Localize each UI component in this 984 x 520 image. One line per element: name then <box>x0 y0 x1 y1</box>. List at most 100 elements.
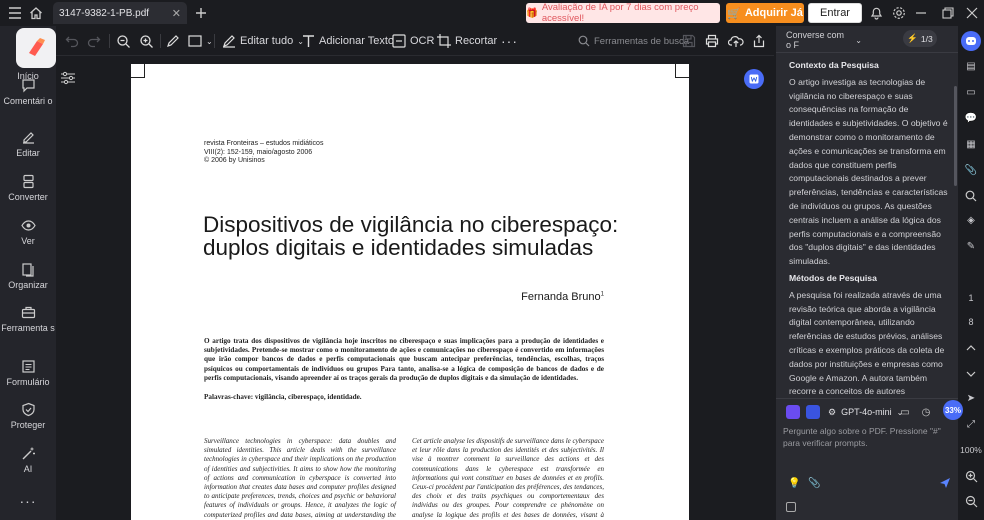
page-current[interactable]: 1 <box>961 288 981 308</box>
undo-icon[interactable] <box>65 32 79 50</box>
ocr-button[interactable]: OCR <box>392 32 434 50</box>
promo-banner[interactable]: 🎁 Avaliação de IA por 7 dias com preço a… <box>526 2 720 24</box>
bell-icon[interactable] <box>866 3 886 23</box>
comment-list-icon[interactable]: ▭ <box>961 82 981 102</box>
more-options-icon[interactable]: ··· <box>501 32 518 50</box>
new-tab-icon[interactable] <box>191 3 211 23</box>
chat-scrollbar[interactable] <box>954 86 957 186</box>
sidebar-item-protect[interactable]: Proteger <box>0 402 56 431</box>
buy-button[interactable]: 🛒 Adquirir Já <box>726 3 804 23</box>
chevron-down-icon: ⌄ <box>855 35 862 45</box>
crop-mark <box>131 64 145 78</box>
panels-icon[interactable]: ▤ <box>961 56 981 76</box>
convert-to-word-icon[interactable] <box>744 69 764 89</box>
share-icon[interactable] <box>752 32 766 50</box>
tool-a-icon[interactable] <box>786 405 800 419</box>
chat-messages[interactable]: Contexto da Pesquisa O artigo investiga … <box>789 58 951 396</box>
ai-assistant-icon[interactable] <box>961 31 981 51</box>
home-icon[interactable] <box>26 3 46 23</box>
search-tools-label: Ferramentas de busca <box>594 35 690 47</box>
chat-icon[interactable]: 💬 <box>961 108 981 128</box>
menu-icon[interactable] <box>5 3 25 23</box>
sidebar-item-form[interactable]: Formulário <box>0 359 56 388</box>
redo-icon[interactable] <box>87 32 101 50</box>
search-icon <box>578 35 590 47</box>
model-selector[interactable]: ⚙ GPT-4o-mini ⌄ <box>828 404 903 420</box>
chat-history-icon[interactable]: ▭ <box>898 405 912 419</box>
crop-button[interactable]: Recortar <box>437 32 497 50</box>
login-button[interactable]: Entrar <box>808 3 862 23</box>
chat-mode-label: Converse com o F <box>786 30 845 50</box>
credit-counter[interactable]: ⚡ 1/3 <box>903 30 937 47</box>
edit-all-button[interactable]: Editar tudo ⌄ <box>222 32 304 50</box>
page-down-icon[interactable] <box>961 364 981 384</box>
layers-icon[interactable]: ◈ <box>961 210 981 230</box>
document-tab[interactable]: 3147-9382-1-PB.pdf ✕ <box>53 2 187 24</box>
right-rail: ▤ ▭ 💬 ▦ 📎 ◈ ✎ 1 8 ➤ ⤢ 100% <box>958 26 984 520</box>
tool-b-icon[interactable] <box>806 405 820 419</box>
french-abstract: Cet article analyse les dispositifs de s… <box>412 437 604 520</box>
rail-zoom-out-icon[interactable] <box>961 491 981 511</box>
search-tools-field[interactable]: Ferramentas de busca <box>578 32 689 50</box>
close-window-icon[interactable] <box>962 3 982 23</box>
sidebar-item-label: Proteger <box>10 420 46 430</box>
journal-name: revista Fronteiras – estudos midiáticos <box>204 140 324 147</box>
model-name: GPT-4o-mini <box>841 407 892 417</box>
search-panel-icon[interactable] <box>961 186 981 206</box>
close-tab-icon[interactable]: ✕ <box>172 7 181 20</box>
zoom-in-icon[interactable] <box>139 32 154 50</box>
sidebar-item-organize[interactable]: Organizar <box>0 262 56 291</box>
chevron-down-icon: ⌄ <box>206 36 213 46</box>
rail-zoom-in-icon[interactable] <box>961 466 981 486</box>
prompt-lightbulb-icon[interactable]: 💡 <box>788 478 800 489</box>
more-icon[interactable]: ··· <box>0 494 56 508</box>
crop-label: Recortar <box>455 35 498 47</box>
sidebar-item-label: Ferramenta s <box>1 323 55 333</box>
page-settings-icon[interactable] <box>60 71 78 89</box>
text-tool-icon <box>303 35 314 47</box>
thumbnail-icon[interactable]: ▦ <box>961 134 981 154</box>
add-text-button[interactable]: Adicionar Texto <box>302 32 394 50</box>
sidebar-item-view[interactable]: Ver <box>0 218 56 247</box>
chat-mode-dropdown[interactable]: Converse com o F ⌄ <box>782 30 862 50</box>
signature-icon[interactable]: ✎ <box>961 236 981 256</box>
sidebar-item-ai[interactable]: AI <box>0 446 56 475</box>
sidebar-item-edit[interactable]: Editar <box>0 130 56 159</box>
sidebar-item-comment[interactable]: Comentári o <box>0 78 56 107</box>
ai-wand-icon <box>22 447 35 460</box>
sidebar-item-label: Editar <box>16 148 40 158</box>
progress-badge[interactable]: 33% <box>943 400 963 420</box>
home-logo-icon <box>16 28 56 68</box>
settings-gear-icon[interactable] <box>889 3 909 23</box>
chat-input[interactable]: Pergunte algo sobre o PDF. Pressione "#"… <box>783 426 953 470</box>
sidebar-item-label: AI <box>23 464 33 474</box>
abstract-text: O artigo trata dos dispositivos de vigil… <box>204 337 604 382</box>
cloud-upload-icon[interactable] <box>728 32 744 50</box>
eye-icon <box>20 220 36 231</box>
zoom-out-icon[interactable] <box>116 32 131 50</box>
edit-icon <box>22 132 34 144</box>
footer-doc-icon[interactable] <box>786 502 796 512</box>
toolbar-divider <box>160 34 161 48</box>
attachment-icon[interactable]: 📎 <box>961 160 981 180</box>
print-icon[interactable] <box>705 32 719 50</box>
minimize-icon[interactable] <box>911 3 931 23</box>
page-up-icon[interactable] <box>961 338 981 358</box>
restore-icon[interactable] <box>938 3 958 23</box>
highlight-pen-icon[interactable] <box>166 32 180 50</box>
sidebar-item-tools[interactable]: Ferramenta s <box>0 305 56 334</box>
toolbar: ⌄ Editar tudo ⌄ Adicionar Texto OCR Reco… <box>56 26 774 56</box>
sidebar-item-convert[interactable]: Converter <box>0 174 56 203</box>
section-heading: Contexto da Pesquisa <box>789 60 879 70</box>
shape-rectangle-dropdown[interactable]: ⌄ <box>188 32 213 50</box>
pdf-page[interactable]: revista Fronteiras – estudos midiáticos … <box>131 64 689 520</box>
organize-icon <box>21 263 34 277</box>
send-icon[interactable] <box>939 477 953 491</box>
save-icon[interactable] <box>682 32 696 50</box>
fit-page-icon[interactable]: ⤢ <box>961 414 981 434</box>
cursor-icon[interactable]: ➤ <box>961 388 981 408</box>
attach-icon[interactable]: 📎 <box>808 478 820 489</box>
zoom-level[interactable]: 100% <box>958 440 984 460</box>
sidebar-item-home[interactable]: Início <box>0 28 56 82</box>
clock-icon[interactable]: ◷ <box>919 405 933 419</box>
